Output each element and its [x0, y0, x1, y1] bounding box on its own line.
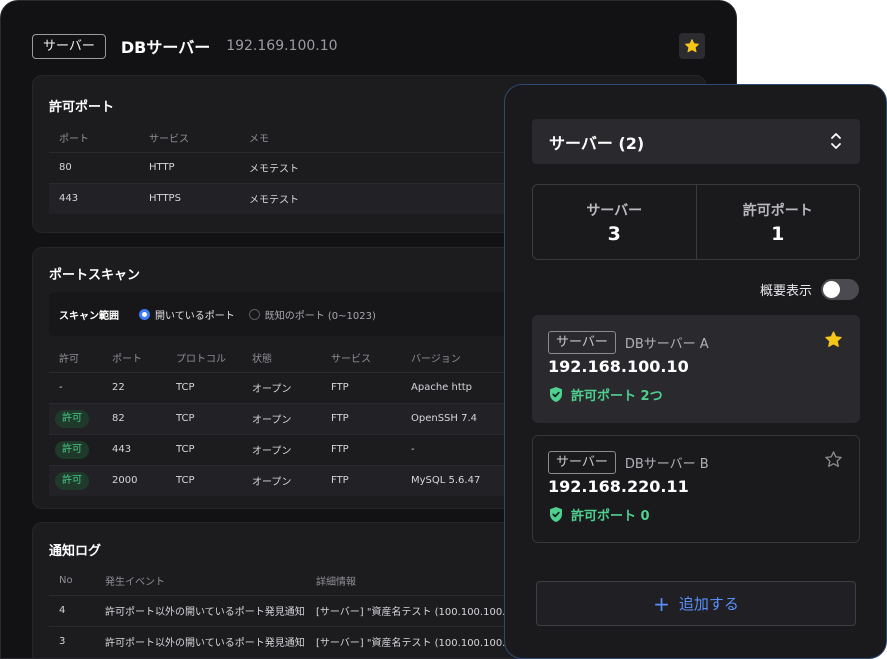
- radio-unselected[interactable]: [248, 308, 260, 320]
- no-cell: 3: [59, 636, 66, 648]
- protocol-cell: TCP: [176, 444, 195, 455]
- port-cell: 22: [112, 382, 125, 393]
- port-cell: 2000: [112, 465, 176, 496]
- summary-toggle[interactable]: [821, 279, 859, 300]
- service-cell: HTTPS: [149, 183, 249, 214]
- service-cell: FTP: [331, 382, 349, 393]
- select-value: サーバー (2): [549, 133, 645, 153]
- shield-check-icon: [550, 507, 562, 522]
- notify-log-title: 通知ログ: [49, 544, 102, 559]
- state-cell: オープン: [252, 403, 331, 434]
- port-cell: 82: [112, 403, 176, 434]
- state-cell: オープン: [252, 446, 292, 457]
- scan-option-open[interactable]: 開いているポート: [139, 307, 235, 322]
- no-cell: 4: [59, 605, 66, 616]
- column-header: サービス: [331, 354, 371, 366]
- protocol-cell: TCP: [176, 382, 195, 393]
- category-tag: サーバー: [548, 331, 616, 354]
- column-header: ポート: [112, 354, 142, 366]
- column-header: プロトコル: [176, 354, 226, 366]
- service-cell: HTTP: [149, 162, 175, 173]
- column-header: サービス: [149, 134, 189, 146]
- server-ip: 192.169.100.10: [226, 38, 338, 54]
- allowed-ports-label: 許可ポート 2つ: [571, 389, 663, 404]
- service-cell: FTP: [331, 403, 411, 434]
- port-cell: 443: [112, 444, 132, 455]
- allowed-ports-title: 許可ポート: [49, 100, 115, 115]
- favorite-button[interactable]: [679, 33, 705, 59]
- shield-check-icon: [550, 387, 562, 402]
- stat-value: 3: [607, 222, 621, 245]
- server-name: DBサーバー A: [624, 337, 709, 352]
- add-button-label: 追加する: [678, 595, 739, 613]
- allow-badge: 許可: [55, 440, 89, 459]
- server-group-select[interactable]: サーバー (2): [532, 119, 860, 164]
- stat-label: サーバー: [586, 202, 643, 219]
- chevron-up-down-icon: [831, 133, 841, 149]
- server-item[interactable]: サーバー DBサーバー B 192.168.220.11 許可ポート 0: [532, 435, 860, 543]
- scan-option-known-label: 既知のポート (0~1023): [264, 310, 376, 322]
- protocol-cell: TCP: [176, 403, 252, 434]
- page-title: DBサーバー: [120, 38, 211, 57]
- allowed-ports-label: 許可ポート 0: [571, 509, 650, 524]
- port-cell: 80: [59, 162, 72, 173]
- port-cell: 443: [49, 183, 149, 214]
- stat-servers: サーバー 3: [533, 185, 696, 259]
- state-cell: オープン: [252, 465, 331, 496]
- plus-icon: +: [653, 591, 670, 616]
- event-cell: 許可ポート以外の開いているポート発見通知: [105, 638, 305, 650]
- allowed-ports-status: 許可ポート 0: [548, 505, 650, 524]
- detail-header: サーバー DBサーバー 192.169.100.10: [32, 33, 338, 59]
- add-server-button[interactable]: + 追加する: [536, 581, 856, 626]
- star-icon: [685, 39, 699, 53]
- server-ip: 192.168.100.10: [548, 357, 689, 376]
- toggle-knob: [823, 281, 840, 298]
- column-header: 許可: [59, 354, 79, 366]
- star-filled-icon[interactable]: [824, 330, 843, 349]
- column-header: No: [59, 575, 73, 587]
- scan-option-open-label: 開いているポート: [155, 310, 235, 322]
- star-outline-icon[interactable]: [824, 450, 843, 469]
- summary-label: 概要表示: [759, 284, 812, 299]
- allow-cell: -: [59, 382, 63, 393]
- stat-value: 1: [771, 222, 785, 245]
- service-cell: FTP: [331, 465, 411, 496]
- server-name: DBサーバー B: [624, 457, 709, 472]
- stats-box: サーバー 3 許可ポート 1: [532, 184, 860, 260]
- allow-badge: 許可: [55, 471, 89, 490]
- column-header: 状態: [252, 354, 272, 366]
- scan-option-known[interactable]: 既知のポート (0~1023): [248, 307, 376, 322]
- summary-toggle-row: 概要表示: [760, 279, 859, 300]
- scan-range-label: スキャン範囲: [59, 310, 119, 322]
- category-tag: サーバー: [548, 451, 616, 474]
- port-scan-title: ポートスキャン: [49, 268, 141, 283]
- stat-allowed-ports: 許可ポート 1: [695, 185, 860, 259]
- stat-label: 許可ポート: [742, 202, 813, 219]
- server-list-panel: サーバー (2) サーバー 3 許可ポート 1 概要表示 サーバー DBサーバー…: [504, 84, 887, 659]
- category-tag: サーバー: [32, 33, 106, 59]
- protocol-cell: TCP: [176, 465, 252, 496]
- allowed-ports-status: 許可ポート 2つ: [548, 385, 663, 404]
- server-item[interactable]: サーバー DBサーバー A 192.168.100.10 許可ポート 2つ: [532, 315, 860, 423]
- column-header: 発生イベント: [105, 577, 165, 589]
- column-header: ポート: [59, 134, 89, 146]
- server-ip: 192.168.220.11: [548, 477, 689, 496]
- allow-badge: 許可: [55, 409, 89, 428]
- radio-selected[interactable]: [139, 308, 150, 320]
- service-cell: FTP: [331, 444, 349, 455]
- state-cell: オープン: [252, 384, 292, 395]
- event-cell: 許可ポート以外の開いているポート発見通知: [105, 607, 305, 618]
